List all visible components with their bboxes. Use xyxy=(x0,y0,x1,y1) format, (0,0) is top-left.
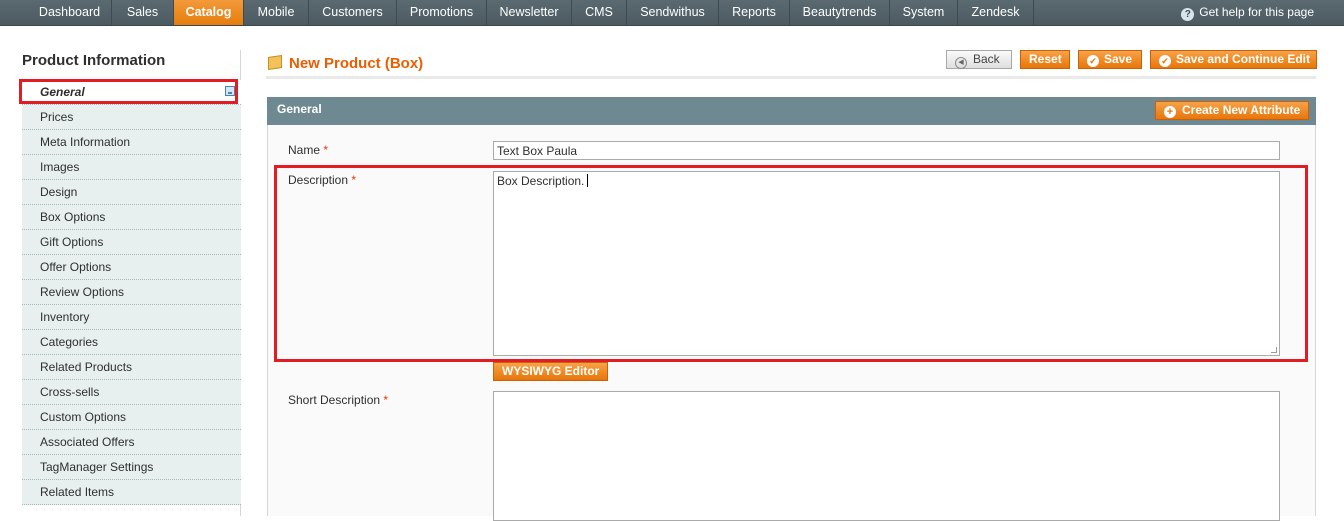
tab-categories[interactable]: Categories xyxy=(22,330,241,355)
back-arrow-icon: ◀ xyxy=(955,57,967,69)
tab-meta-information[interactable]: Meta Information xyxy=(22,130,241,155)
tab-tagmanager-settings[interactable]: TagManager Settings xyxy=(22,455,241,480)
wysiwyg-editor-button[interactable]: WYSIWYG Editor xyxy=(493,362,609,381)
description-label: Description * xyxy=(288,173,356,187)
save-button[interactable]: ✔ Save xyxy=(1078,50,1142,69)
resize-handle[interactable] xyxy=(1271,347,1277,353)
description-label-text: Description xyxy=(288,173,349,187)
tab-review-options[interactable]: Review Options xyxy=(22,280,241,305)
nav-item-zendesk[interactable]: Zendesk xyxy=(958,0,1034,25)
nav-item-newsletter[interactable]: Newsletter xyxy=(487,0,572,25)
required-mark: * xyxy=(383,393,389,407)
name-field[interactable]: Text Box Paula xyxy=(493,141,1280,160)
save-and-continue-button[interactable]: ✔ Save and Continue Edit xyxy=(1150,50,1317,69)
check-icon: ✔ xyxy=(1087,55,1099,67)
short-description-label: Short Description * xyxy=(288,393,388,407)
nav-item-promotions[interactable]: Promotions xyxy=(397,0,487,25)
tab-custom-options[interactable]: Custom Options xyxy=(22,405,241,430)
tab-gift-options[interactable]: Gift Options xyxy=(22,230,241,255)
tab-general[interactable]: General xyxy=(22,80,241,105)
back-button[interactable]: ◀ Back xyxy=(946,50,1012,69)
save-continue-label: Save and Continue Edit xyxy=(1176,52,1311,66)
nav-item-system[interactable]: System xyxy=(890,0,958,25)
required-mark: * xyxy=(323,143,329,157)
product-tabs: General Prices Meta Information Images D… xyxy=(22,80,241,505)
description-text: Box Description. xyxy=(497,174,585,188)
top-navigation: Dashboard Sales Catalog Mobile Customers… xyxy=(0,0,1344,26)
reset-button[interactable]: Reset xyxy=(1020,50,1070,69)
create-new-attribute-button[interactable]: + Create New Attribute xyxy=(1155,101,1310,120)
name-label: Name * xyxy=(288,143,328,157)
tab-inventory[interactable]: Inventory xyxy=(22,305,241,330)
tab-prices[interactable]: Prices xyxy=(22,105,241,130)
help-icon: ? xyxy=(1181,8,1195,21)
nav-item-reports[interactable]: Reports xyxy=(719,0,790,25)
tab-offer-options[interactable]: Offer Options xyxy=(22,255,241,280)
nav-item-mobile[interactable]: Mobile xyxy=(244,0,309,25)
description-field[interactable]: Box Description. xyxy=(493,171,1280,356)
tab-design[interactable]: Design xyxy=(22,180,241,205)
nav-item-sendwithus[interactable]: Sendwithus xyxy=(627,0,719,25)
nav-item-customers[interactable]: Customers xyxy=(309,0,397,25)
fieldset-title: General xyxy=(277,102,322,116)
tab-cross-sells[interactable]: Cross-sells xyxy=(22,380,241,405)
nav-item-cms[interactable]: CMS xyxy=(572,0,627,25)
save-icon xyxy=(225,86,235,96)
short-description-label-text: Short Description xyxy=(288,393,381,407)
check-icon: ✔ xyxy=(1159,55,1171,67)
tab-related-products[interactable]: Related Products xyxy=(22,355,241,380)
tab-related-items[interactable]: Related Items xyxy=(22,480,241,505)
tab-associated-offers[interactable]: Associated Offers xyxy=(22,430,241,455)
tab-general-label: General xyxy=(40,85,85,99)
nav-item-catalog[interactable]: Catalog xyxy=(174,0,244,25)
save-label: Save xyxy=(1104,52,1133,66)
short-description-field[interactable] xyxy=(493,391,1280,521)
help-label: Get help for this page xyxy=(1199,5,1314,19)
nav-item-beautytrends[interactable]: Beautytrends xyxy=(790,0,890,25)
plus-icon: + xyxy=(1164,106,1176,118)
required-mark: * xyxy=(351,173,357,187)
tab-box-options[interactable]: Box Options xyxy=(22,205,241,230)
page-title: New Product (Box) xyxy=(289,55,424,72)
name-label-text: Name xyxy=(288,143,321,157)
tab-images[interactable]: Images xyxy=(22,155,241,180)
help-link[interactable]: ? Get help for this page xyxy=(1181,0,1314,25)
sidebar-title: Product Information xyxy=(22,52,166,69)
create-attribute-label: Create New Attribute xyxy=(1182,103,1301,117)
nav-item-dashboard[interactable]: Dashboard xyxy=(28,0,112,25)
fieldset-header: General + Create New Attribute xyxy=(267,97,1316,125)
product-box-icon xyxy=(268,55,282,70)
nav-item-sales[interactable]: Sales xyxy=(112,0,174,25)
header-divider xyxy=(266,76,1316,79)
back-label: Back xyxy=(973,52,1000,66)
text-caret xyxy=(587,174,589,187)
